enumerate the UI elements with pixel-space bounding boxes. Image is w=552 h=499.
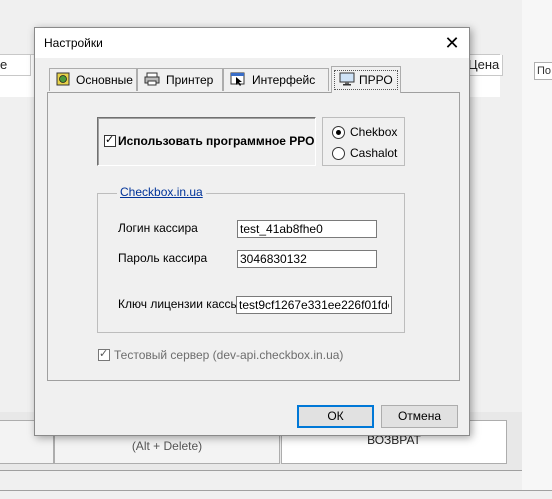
- provider-cashalot-label: Cashalot: [350, 146, 398, 160]
- provider-chekbox[interactable]: Chekbox: [332, 125, 397, 139]
- cancel-button[interactable]: Отмена: [381, 405, 458, 428]
- settings-dialog: Настройки ✕ Основные Принтер Интерфейс П…: [34, 27, 470, 436]
- provider-radio-group: Chekbox Cashalot: [322, 117, 405, 166]
- provider-cashalot[interactable]: Cashalot: [332, 146, 397, 160]
- use-prro-label[interactable]: Использовать программное РРО: [118, 134, 315, 148]
- dialog-title: Настройки: [44, 36, 103, 50]
- ok-button[interactable]: ОК: [297, 405, 374, 428]
- cancel-order-shortcut: (Alt + Delete): [131, 439, 203, 453]
- tab-interface-label: Интерфейс: [252, 73, 316, 87]
- radio-cashalot[interactable]: [332, 146, 345, 160]
- login-label: Логин кассира: [118, 221, 198, 235]
- dialog-titlebar[interactable]: Настройки ✕: [35, 28, 469, 58]
- grid-header-name[interactable]: е: [0, 55, 31, 76]
- money-icon: [56, 72, 70, 89]
- cursor-window-icon: [230, 72, 246, 89]
- provider-chekbox-label: Chekbox: [350, 125, 398, 139]
- license-key-field[interactable]: [236, 296, 392, 314]
- login-field[interactable]: [237, 220, 377, 238]
- tab-prro[interactable]: ПРРО: [331, 66, 401, 93]
- tab-printer[interactable]: Принтер: [137, 68, 223, 91]
- test-server-checkbox[interactable]: [98, 347, 110, 361]
- password-field[interactable]: [237, 250, 377, 268]
- close-icon[interactable]: ✕: [439, 31, 465, 55]
- right-search-field[interactable]: По: [534, 62, 552, 80]
- password-label: Пароль кассира: [118, 251, 208, 265]
- tab-printer-label: Принтер: [166, 73, 214, 87]
- printer-icon: [144, 72, 160, 89]
- tab-main[interactable]: Основные: [49, 68, 137, 91]
- test-server-label: Тестовый сервер (dev-api.checkbox.in.ua): [114, 348, 344, 362]
- grid-header-price[interactable]: Цена: [466, 55, 503, 76]
- license-key-label: Ключ лицензии кассы: [118, 297, 240, 311]
- use-prro-checkbox[interactable]: [104, 133, 116, 147]
- tab-prro-label: ПРРО: [359, 73, 393, 87]
- test-server-option[interactable]: Тестовый сервер (dev-api.checkbox.in.ua): [98, 347, 344, 362]
- radio-chekbox[interactable]: [332, 125, 345, 139]
- tab-main-label: Основные: [76, 73, 133, 87]
- monitor-icon: [339, 72, 355, 89]
- tab-interface[interactable]: Интерфейс: [223, 68, 329, 91]
- use-prro-box: Использовать программное РРО: [97, 117, 316, 166]
- checkbox-link[interactable]: Checkbox.in.ua: [117, 185, 206, 199]
- tab-prro-focus: ПРРО: [334, 70, 398, 90]
